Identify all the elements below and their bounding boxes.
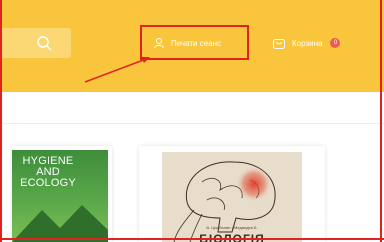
nav-strip [0,92,384,124]
search-input[interactable] [0,28,71,58]
cart-label: Корзина [292,38,323,48]
annotation-frame-bottom [0,238,384,240]
cart-count-badge: 0 [330,38,341,48]
search-icon[interactable] [36,35,52,51]
cart-icon [273,39,285,49]
book-cover: В. Цимбалин • Медведев Б. БІОЛОГІЯ [162,152,302,242]
book-cover-title: БІОЛОГІЯ [199,232,265,242]
annotation-frame-right [380,0,382,242]
book-card[interactable]: HYGIENE AND ECOLOGY [12,146,112,242]
annotation-frame-left [0,0,2,242]
book-cover-art [12,205,108,242]
book-cover: HYGIENE AND ECOLOGY [12,150,108,242]
annotation-highlight-box [140,25,249,60]
book-card[interactable]: В. Цимбалин • Медведев Б. БІОЛОГІЯ [139,146,325,242]
book-authors: В. Цимбалин • Медведев Б. [206,225,258,230]
cart-link[interactable]: Корзина 0 [272,28,354,58]
